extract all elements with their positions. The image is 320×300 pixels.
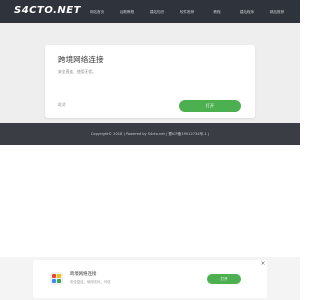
site-logo[interactable]: S4CTO.NET [14,5,81,17]
footer: Copyright© 2018 | Powered by S4cto.net |… [0,123,300,145]
footer-copyright: Copyright© 2018 | Powered by S4cto.net |… [90,132,210,136]
top-navigation-bar: S4CTO.NET 网站首页 谷歌教程 建站知识 软件推荐 教程 建站程序 精品… [0,0,300,23]
nav-item-software[interactable]: 软件推荐 [172,8,202,16]
close-icon[interactable]: × [259,260,267,268]
bottom-ad-banner: 跨境网络连接 安全直连，使用无忧，可信 打开 [0,257,300,300]
ad-title: 跨境网络连接 [70,272,97,277]
cancel-button[interactable]: 取消 [58,102,66,108]
ad-card[interactable]: 跨境网络连接 安全直连，使用无忧，可信 打开 [33,260,267,298]
nav-item-tutorials[interactable]: 教程 [202,8,232,16]
main-nav: 网站首页 谷歌教程 建站知识 软件推荐 教程 建站程序 精品推荐 [82,8,292,16]
nav-item-google-tutorials[interactable]: 谷歌教程 [112,8,142,16]
promo-description: 安全直连、使用无忧。 [58,69,96,74]
nav-item-site-knowledge[interactable]: 建站知识 [142,8,172,16]
ad-open-button[interactable]: 打开 [207,274,241,284]
promo-dialog: 跨境网络连接 安全直连、使用无忧。 取消 打开 [45,45,255,118]
open-button[interactable]: 打开 [179,100,241,112]
nav-item-home[interactable]: 网站首页 [82,8,112,16]
four-color-grid-icon [50,272,63,285]
promo-title: 跨境网络连接 [58,55,104,64]
ad-description: 安全直连，使用无忧，可信 [70,280,111,284]
nav-item-site-programs[interactable]: 建站程序 [232,8,262,16]
nav-item-featured[interactable]: 精品推荐 [262,8,292,16]
